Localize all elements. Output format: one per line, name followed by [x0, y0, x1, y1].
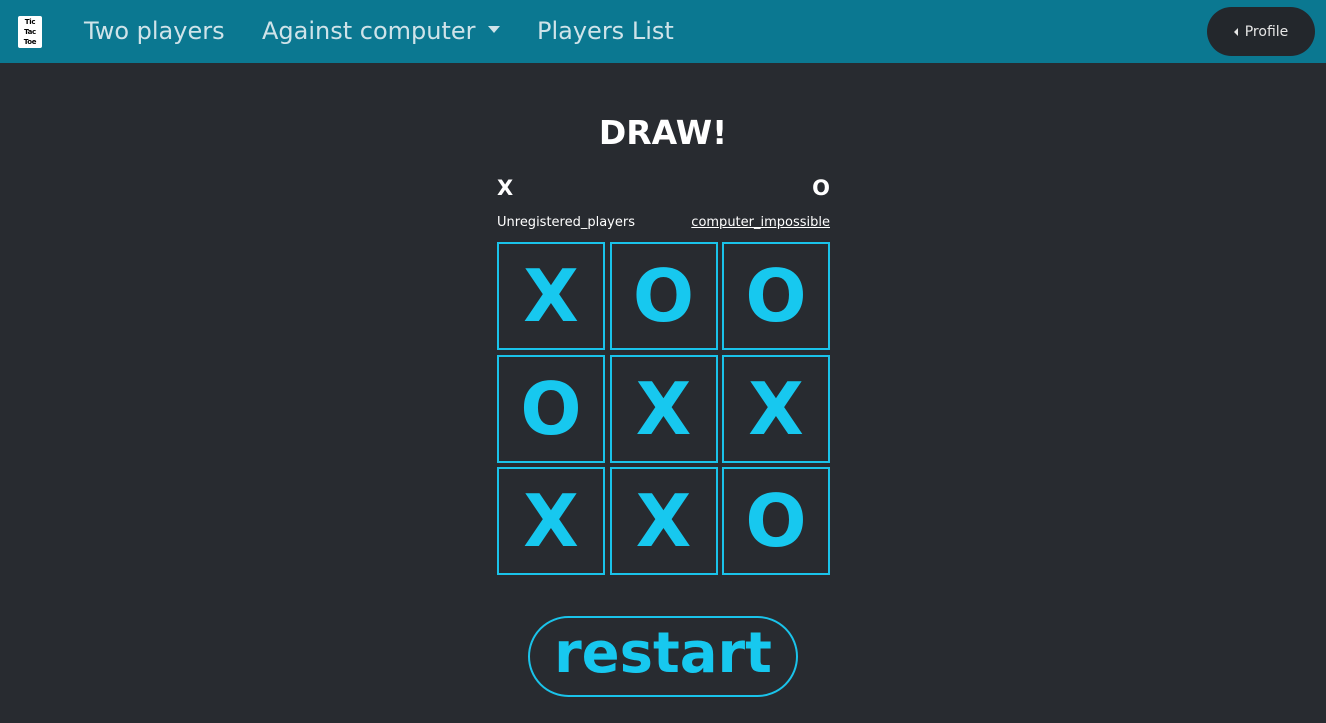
- board-cell-1-2[interactable]: O: [609, 242, 718, 350]
- profile-button[interactable]: Profile: [1207, 7, 1315, 56]
- player-o-name-link[interactable]: computer_impossible: [630, 215, 830, 230]
- nav-against-computer-label: Against computer: [262, 17, 476, 45]
- player-o-mark: O: [812, 176, 830, 200]
- logo-line-2: Tac: [24, 28, 36, 36]
- profile-button-label: Profile: [1244, 23, 1289, 40]
- player-x-name: Unregistered_players: [497, 215, 635, 230]
- caret-left-icon: [1233, 27, 1238, 36]
- board-cell-3-2[interactable]: X: [609, 467, 718, 575]
- board-cell-3-3[interactable]: O: [722, 467, 830, 575]
- game-result-title: DRAW!: [598, 113, 728, 152]
- chevron-down-icon: [487, 25, 500, 33]
- nav-two-players[interactable]: Two players: [84, 0, 225, 63]
- logo-line-3: Toe: [23, 38, 37, 46]
- board-cell-1-1[interactable]: X: [497, 242, 605, 350]
- board-cell-2-2[interactable]: X: [609, 354, 718, 463]
- logo-line-1: Tic: [24, 18, 36, 26]
- restart-button[interactable]: restart: [528, 616, 798, 697]
- tic-tac-toe-logo[interactable]: Tic Tac Toe: [18, 16, 42, 48]
- nav-against-computer-dropdown[interactable]: Against computer: [262, 0, 500, 63]
- board-cell-1-3[interactable]: O: [722, 242, 830, 350]
- board-cell-2-1[interactable]: O: [497, 354, 605, 463]
- board-cell-2-3[interactable]: X: [722, 354, 830, 463]
- board-cell-3-1[interactable]: X: [497, 467, 605, 575]
- navbar: Tic Tac Toe Two players Against computer…: [0, 0, 1326, 63]
- nav-players-list[interactable]: Players List: [537, 0, 674, 63]
- player-x-mark: X: [497, 176, 514, 200]
- game-board: X O O O X X X X O: [497, 242, 830, 575]
